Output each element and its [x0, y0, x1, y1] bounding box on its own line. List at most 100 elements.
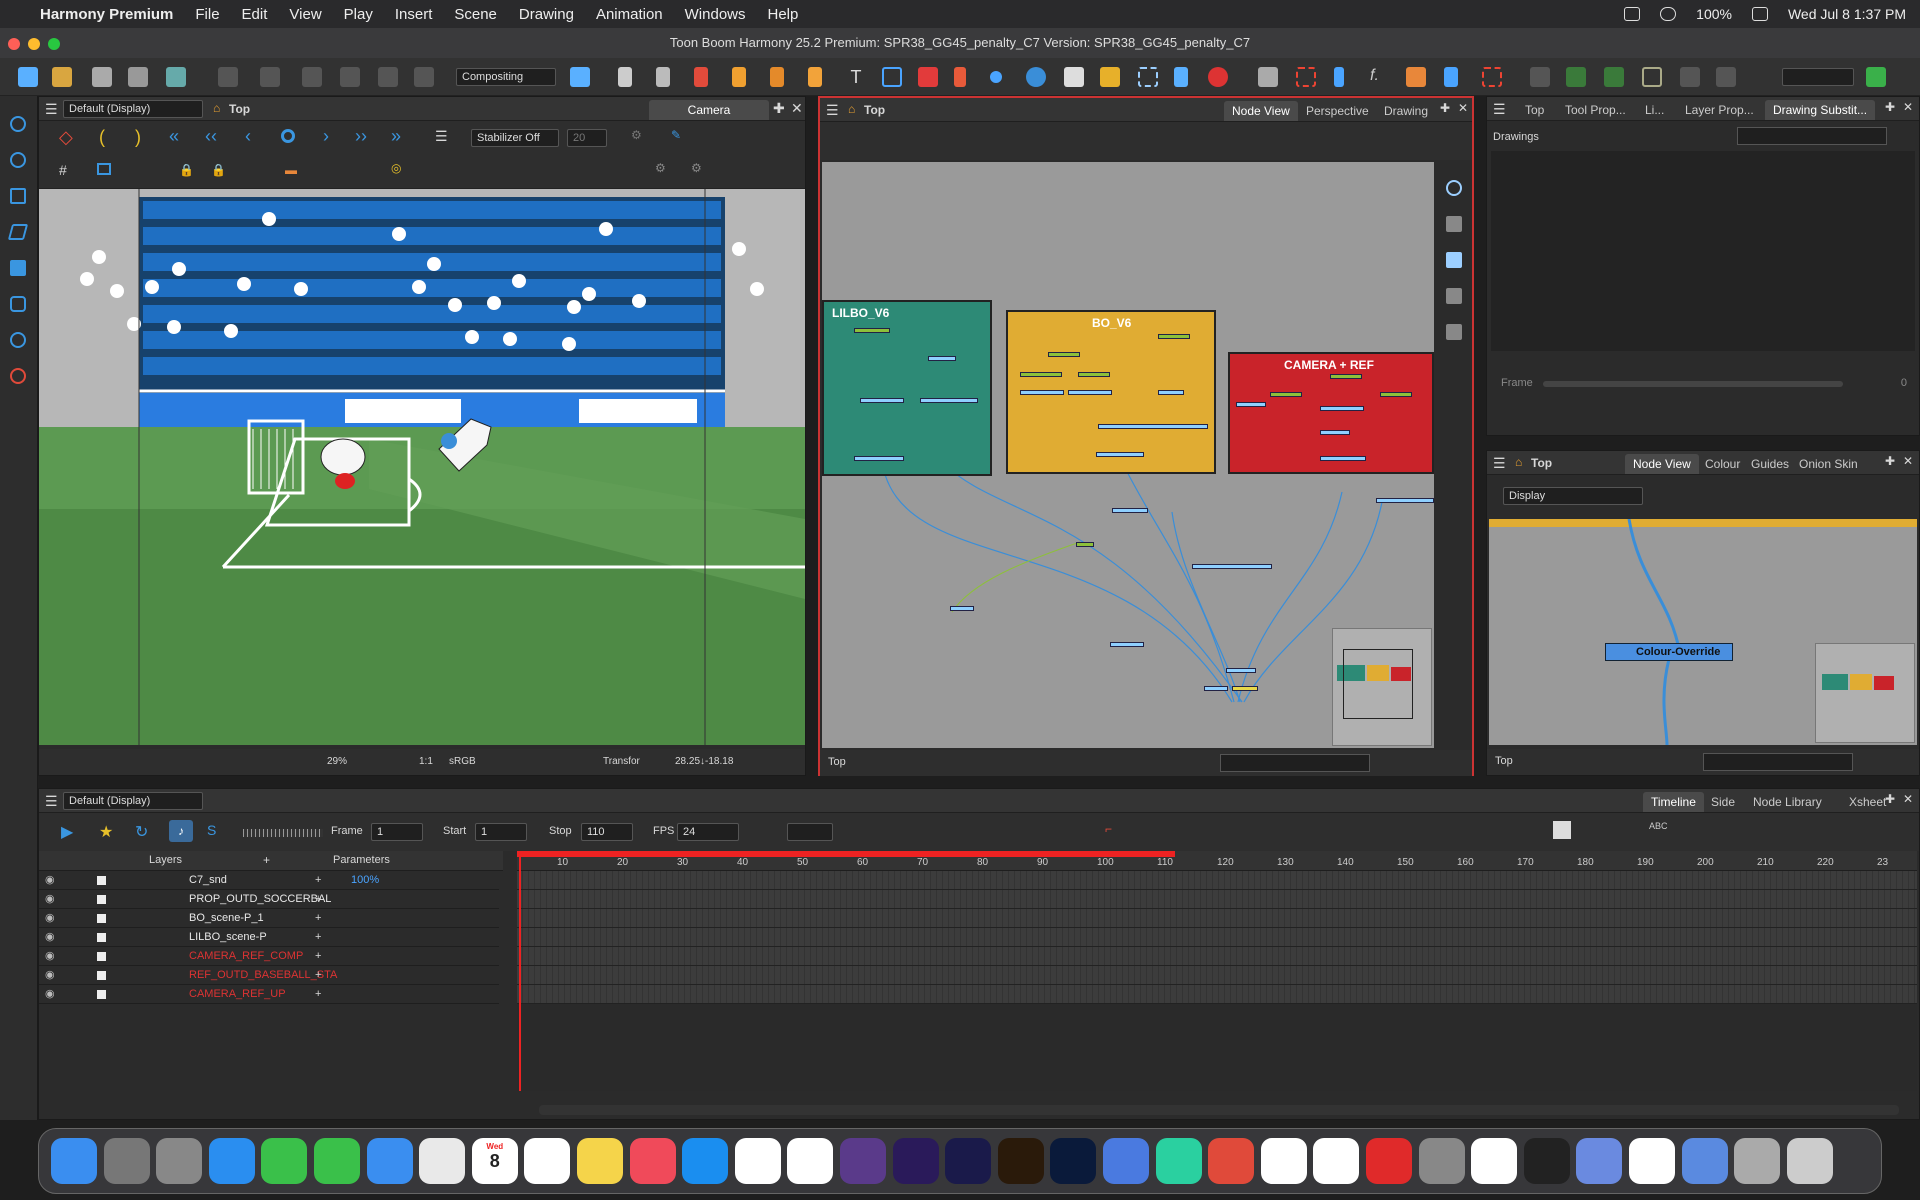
node[interactable] [1232, 686, 1258, 691]
save-icon[interactable] [92, 67, 112, 87]
eye-icon[interactable]: ◉ [45, 928, 55, 947]
dock-calendar-icon[interactable]: Wed 8 [471, 1138, 518, 1184]
copy-icon[interactable] [340, 67, 360, 87]
layer-name[interactable]: CAMERA_REF_COMP [189, 947, 303, 966]
node[interactable] [1098, 424, 1208, 429]
frame-ruler[interactable]: 10 20 30 40 50 60 70 80 90 100 110 120 130 140 150 160 1… [517, 851, 1917, 871]
minimize-window-button[interactable] [28, 38, 40, 50]
current-frame-icon[interactable] [281, 129, 295, 143]
insert-keyframe-icon[interactable]: ⌐ [1105, 822, 1112, 836]
menu-scene[interactable]: Scene [454, 6, 497, 23]
layer-name[interactable]: CAMERA_REF_UP [189, 985, 286, 1004]
function-icon[interactable]: f. [1370, 67, 1390, 87]
stabilizer-dropdown[interactable]: Stabilizer Off [471, 129, 559, 147]
layers-active-icon[interactable] [1446, 252, 1462, 268]
close-panel-icon[interactable]: ✕ [1903, 792, 1913, 806]
pencil-tool-icon[interactable] [732, 67, 746, 87]
bone-icon[interactable] [1334, 67, 1344, 87]
dock-preview-icon[interactable] [1576, 1138, 1623, 1184]
tab-timeline[interactable]: Timeline [1643, 792, 1704, 812]
camera-menu-icon[interactable]: ☰ [435, 128, 448, 145]
fps-field[interactable]: 24 [677, 823, 739, 841]
track-row[interactable] [517, 947, 1917, 966]
zoom-window-button[interactable] [48, 38, 60, 50]
home-icon[interactable]: ⌂ [1515, 455, 1522, 469]
track-row[interactable] [517, 985, 1917, 1004]
add-to-layer-icon[interactable]: + [315, 947, 321, 966]
keyframe-icon[interactable]: ◇ [59, 127, 73, 148]
peg-icon[interactable] [1530, 67, 1550, 87]
toolbar-dropdown[interactable] [1782, 68, 1854, 86]
eye-icon[interactable]: ◉ [45, 890, 55, 909]
layer-name[interactable]: C7_snd [189, 871, 227, 890]
node[interactable] [1096, 452, 1144, 457]
track-row[interactable] [517, 871, 1917, 890]
home-icon[interactable]: ⌂ [848, 102, 855, 116]
node-group-lilbo[interactable]: LILBO_V6 [822, 300, 992, 476]
zoom-level[interactable]: 29% [327, 749, 347, 775]
eye-icon[interactable]: ◉ [45, 947, 55, 966]
open-icon[interactable] [52, 67, 72, 87]
start-field[interactable]: 1 [475, 823, 527, 841]
node-search-field[interactable] [1220, 754, 1370, 772]
dock-ps-icon[interactable] [1050, 1138, 1097, 1184]
menu-insert[interactable]: Insert [395, 6, 433, 23]
prev-frame-icon[interactable]: ‹ [245, 126, 251, 147]
ik-icon[interactable] [1482, 67, 1502, 87]
prev-key-icon[interactable]: ( [99, 127, 105, 148]
save-as-icon[interactable] [128, 67, 148, 87]
camera-breadcrumb[interactable]: Top [229, 102, 250, 116]
layer-row[interactable]: ◉ REF_OUTD_BASEBALL_STA + [39, 966, 499, 985]
next-key-icon[interactable]: ) [135, 127, 141, 148]
dock-screens-icon[interactable] [1734, 1138, 1781, 1184]
node[interactable] [1158, 334, 1190, 339]
close-window-button[interactable] [8, 38, 20, 50]
add-panel-icon[interactable]: ✚ [1885, 454, 1895, 468]
transform-tool-icon[interactable] [1138, 67, 1158, 87]
layer-name[interactable]: BO_scene-P_1 [189, 909, 264, 928]
dock-harmony-icon[interactable] [1155, 1138, 1202, 1184]
tab-node-library[interactable]: Node Library [1745, 792, 1830, 812]
menu-animation[interactable]: Animation [596, 6, 663, 23]
tab-top[interactable]: Top [1517, 100, 1552, 120]
brush-preset-icon[interactable] [1866, 67, 1886, 87]
node[interactable] [928, 356, 956, 361]
deformer-icon[interactable] [1406, 67, 1426, 87]
peg-remove-icon[interactable] [1604, 67, 1624, 87]
layer-row[interactable]: ◉ CAMERA_REF_COMP + [39, 947, 499, 966]
stamp-tool-icon[interactable] [770, 67, 784, 87]
dock-settings-icon[interactable] [156, 1138, 203, 1184]
panel-menu-icon[interactable]: ☰ [1493, 101, 1506, 118]
undo-icon[interactable] [218, 67, 238, 87]
text-tool-icon[interactable]: T [846, 67, 866, 87]
home-icon[interactable]: ⌂ [213, 101, 220, 115]
app-menu[interactable]: Harmony Premium [40, 6, 173, 23]
ratio-label[interactable]: 1:1 [419, 749, 433, 775]
node[interactable] [1236, 402, 1266, 407]
tab-onion-skin[interactable]: Onion Skin [1791, 454, 1866, 474]
dock-toons-icon[interactable] [1208, 1138, 1255, 1184]
wifi-icon[interactable] [1660, 7, 1677, 21]
tab-drawing[interactable]: Drawing [1376, 101, 1436, 121]
node[interactable] [1320, 430, 1350, 435]
add-to-layer-icon[interactable]: + [315, 966, 321, 985]
menu-file[interactable]: File [195, 6, 219, 23]
settings-icon[interactable]: ⚙ [631, 128, 642, 142]
tab-guides[interactable]: Guides [1743, 454, 1797, 474]
tab-camera[interactable]: Camera [649, 100, 769, 120]
play-selection-icon[interactable]: ★ [99, 822, 113, 842]
node[interactable] [854, 456, 904, 461]
skew-icon[interactable] [7, 224, 29, 240]
node[interactable] [1078, 372, 1110, 377]
close-panel-icon[interactable]: ✕ [1903, 100, 1913, 114]
lock-icon[interactable]: 🔒 [211, 163, 226, 177]
menu-view[interactable]: View [289, 6, 321, 23]
layers-up-icon[interactable] [1258, 67, 1278, 87]
node[interactable] [1112, 508, 1148, 513]
add-panel-icon[interactable]: ✚ [1885, 100, 1895, 114]
node2-search-field[interactable] [1703, 753, 1853, 771]
delete-icon[interactable] [414, 67, 434, 87]
add-to-layer-icon[interactable]: + [315, 890, 321, 909]
light-table-icon[interactable]: 🔒 [179, 163, 194, 177]
track-row[interactable] [517, 966, 1917, 985]
